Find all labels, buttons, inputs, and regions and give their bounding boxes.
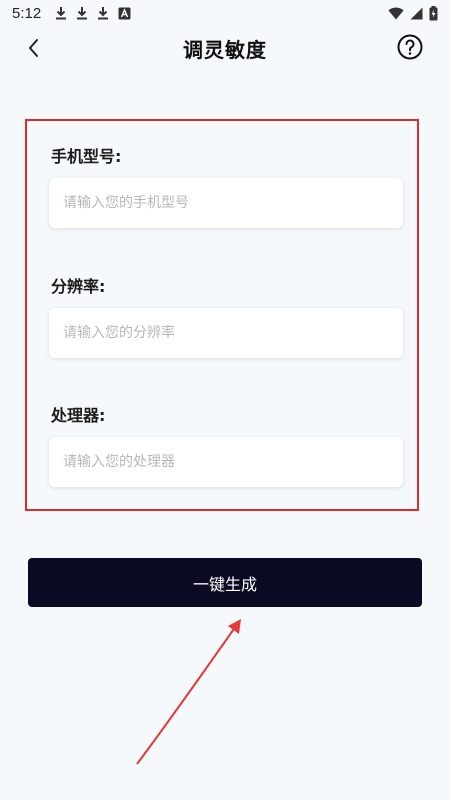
phone-model-input[interactable] [49,178,403,228]
signal-icon [410,7,423,20]
resolution-input[interactable] [49,308,403,358]
app-header: 调灵敏度 [0,26,450,72]
status-system-icons [388,5,438,21]
help-button[interactable] [397,34,423,60]
phone-model-label: 手机型号: [51,147,122,166]
page-title: 调灵敏度 [183,38,267,62]
question-circle-icon [397,34,423,60]
generate-button[interactable]: 一键生成 [28,558,422,607]
status-bar: 5:12 [0,0,450,26]
a-box-icon [118,7,131,20]
wifi-icon [388,7,404,20]
status-notification-icons [55,6,131,20]
processor-label: 处理器: [51,406,106,425]
battery-charging-icon [429,5,438,21]
resolution-label: 分辨率: [51,277,106,296]
download-icon [97,6,109,20]
download-icon [76,6,88,20]
status-time: 5:12 [12,4,42,22]
device-info-form: 手机型号: 分辨率: 处理器: [25,119,419,511]
download-icon [55,6,67,20]
processor-input[interactable] [49,437,403,487]
